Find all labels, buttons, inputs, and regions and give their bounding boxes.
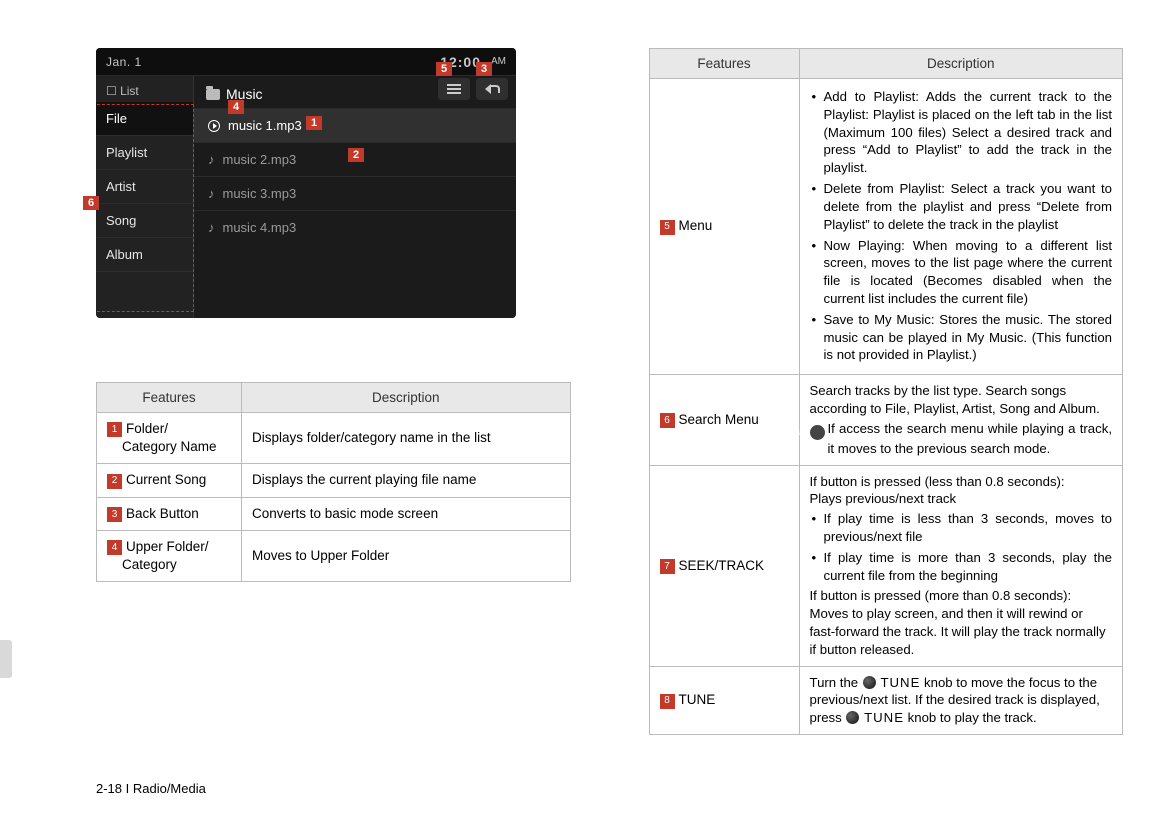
note-icon [208,220,215,235]
row-badge: 3 [107,507,122,522]
tune-text: Turn the [810,675,862,690]
note-icon [208,186,215,201]
features-table-right: Features Description 5 Menu Add to Playli… [649,48,1124,735]
page-footer: 2-18 I Radio/Media [96,781,206,796]
bullet: Delete from Playlist: Select a track you… [810,180,1113,233]
sidebar-label: List [120,84,139,98]
search-info: If access the search menu while playing … [828,421,1113,456]
track-name: music 1.mp3 [228,118,302,133]
note-icon [208,152,215,167]
row-desc: Moves to Upper Folder [242,530,571,581]
row-badge: 8 [660,694,675,709]
tune-knob-label: TUNE [880,675,920,690]
bullet: If play time is more than 3 seconds, pla… [810,549,1113,585]
seek-pre: If button is pressed (less than 0.8 seco… [810,473,1113,509]
status-date: Jan. 1 [106,55,142,69]
status-ampm: AM [491,56,506,67]
row-desc: Displays the current playing file name [242,464,571,497]
row-label: SEEK/TRACK [679,558,765,573]
row-badge: 7 [660,559,675,574]
row-badge: 1 [107,422,122,437]
row-badge: 6 [660,413,675,428]
callout-6: 6 [83,196,99,210]
callout-3: 3 [476,62,492,76]
callout-5: 5 [436,62,452,76]
device-screenshot: Jan. 1 12:00 AM ☐ List File Playlist Art… [96,48,516,318]
row-label: Search Menu [679,412,759,427]
row-badge: 5 [660,220,675,235]
row-label: Back Button [126,506,199,521]
row-desc: Displays folder/category name in the lis… [242,413,571,464]
knob-icon [846,711,859,724]
sidebar-item: Album [96,238,193,272]
row-label: Upper Folder/ Category [107,539,209,572]
features-table-left: Features Description 1Folder/ Category N… [96,382,571,582]
row-label: Current Song [126,472,206,487]
track-name: music 3.mp3 [223,186,297,201]
callout-1: 1 [306,116,322,130]
th-features: Features [649,49,799,79]
row-label: TUNE [679,692,716,707]
row-label: Folder/ Category Name [107,421,217,454]
row-desc: Converts to basic mode screen [242,497,571,530]
sidebar-item: Artist [96,170,193,204]
folder-icon [206,89,220,100]
knob-icon [863,676,876,689]
bullet: Save to My Music: Stores the music. The … [810,311,1113,364]
th-features: Features [97,383,242,413]
row-badge: 2 [107,474,122,489]
seek-post: If button is pressed (more than 0.8 seco… [810,587,1113,658]
callout-2: 2 [348,148,364,162]
th-description: Description [799,49,1123,79]
track-name: music 4.mp3 [223,220,297,235]
callout-4: 4 [228,100,244,114]
bullet: If play time is less than 3 seconds, mov… [810,510,1113,546]
track-name: music 2.mp3 [223,152,297,167]
row-badge: 4 [107,540,122,555]
side-tab [0,640,12,678]
play-icon [208,120,220,132]
search-line1: Search tracks by the list type. Search s… [810,382,1113,418]
tune-knob-label: TUNE [864,710,904,725]
sidebar-item: Song [96,204,193,238]
bullet: Now Playing: When moving to a different … [810,237,1113,308]
sidebar-item: File [96,102,193,136]
row-label: Menu [679,218,713,233]
tune-text: knob to play the track. [908,710,1037,725]
th-description: Description [242,383,571,413]
back-button-icon [476,78,508,100]
info-icon: i [810,425,825,440]
sidebar-item: Playlist [96,136,193,170]
bullet: Add to Playlist: Adds the current track … [810,88,1113,177]
menu-button-icon [438,78,470,100]
